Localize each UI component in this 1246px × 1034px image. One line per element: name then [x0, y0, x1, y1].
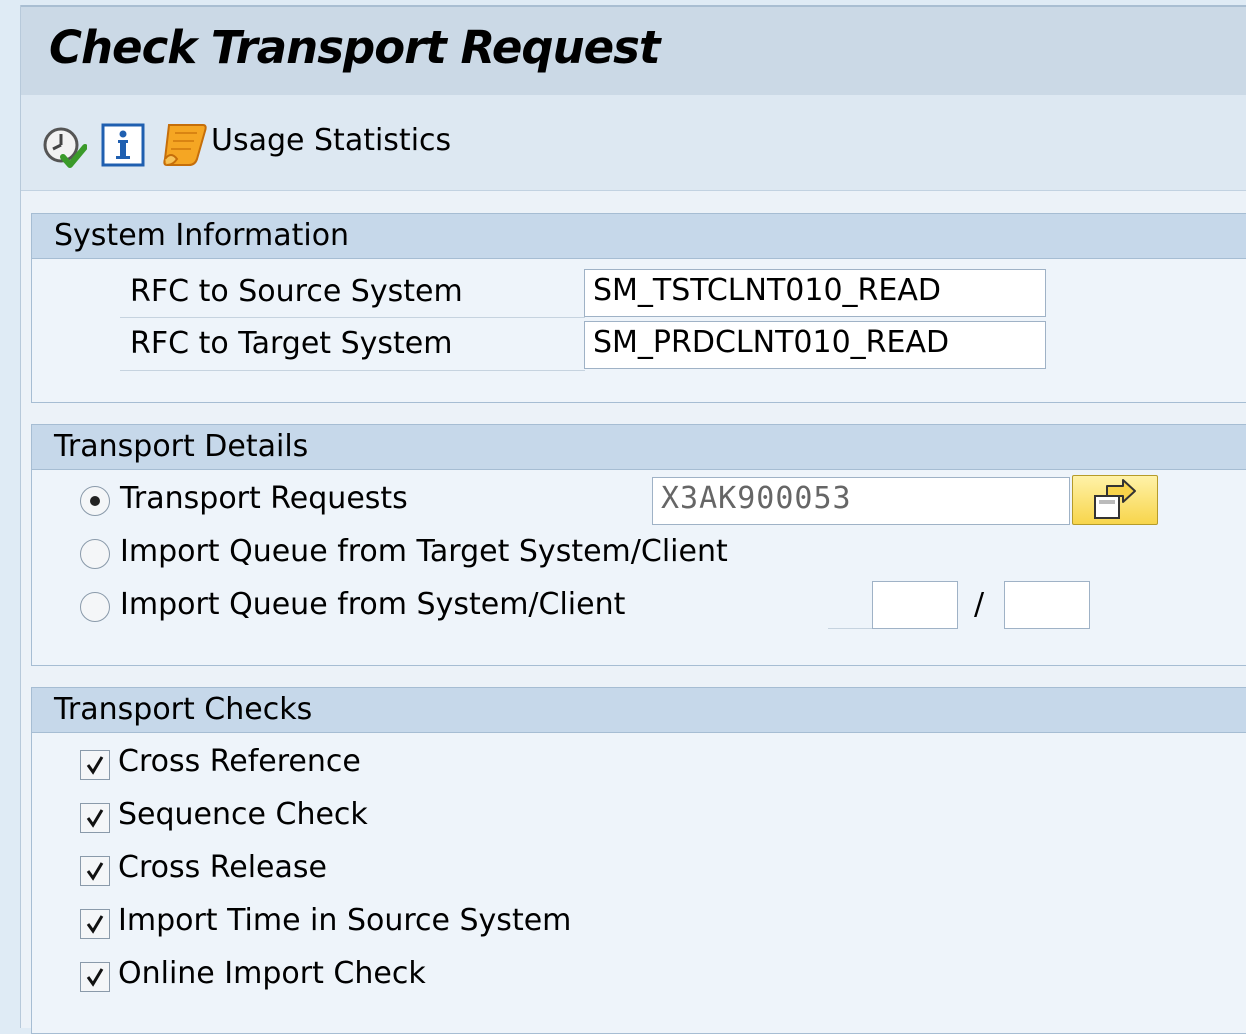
info-icon[interactable] — [101, 123, 145, 171]
execute-clock-check-icon[interactable] — [41, 125, 88, 175]
radio-label-import-queue-target: Import Queue from Target System/Client — [120, 534, 728, 569]
rfc-source-field[interactable]: SM_TSTCLNT010_READ — [584, 269, 1046, 317]
checkbox-label-cross-reference: Cross Reference — [118, 744, 361, 779]
checkbox-online-import[interactable] — [80, 962, 110, 992]
checkbox-label-online-import: Online Import Check — [118, 956, 426, 991]
group-title: System Information — [54, 218, 350, 253]
radio-import-queue-target[interactable] — [80, 539, 110, 569]
divider — [120, 370, 585, 371]
application-toolbar: Usage Statistics — [21, 95, 1246, 191]
group-title: Transport Details — [54, 429, 309, 464]
page-title: Check Transport Request — [49, 21, 660, 74]
export-arrow-icon — [1094, 479, 1136, 519]
checkbox-import-time[interactable] — [80, 909, 110, 939]
divider — [828, 628, 874, 629]
transport-request-field[interactable]: X3AK900053 — [652, 477, 1070, 525]
client-field[interactable] — [1004, 581, 1090, 629]
title-bar: Check Transport Request — [21, 5, 1246, 95]
usage-statistics-button[interactable]: Usage Statistics — [211, 123, 451, 158]
check-icon — [86, 809, 104, 828]
checkbox-cross-reference[interactable] — [80, 750, 110, 780]
transport-details-group: Transport Details Transport Requests X3A… — [31, 424, 1246, 666]
checkbox-label-import-time: Import Time in Source System — [118, 903, 572, 938]
radio-import-queue-system[interactable] — [80, 592, 110, 622]
system-information-group: System Information RFC to Source System … — [31, 213, 1246, 403]
checkbox-label-cross-release: Cross Release — [118, 850, 327, 885]
separator-slash: / — [974, 587, 985, 622]
sap-window: Check Transport Request Usage Statistics… — [20, 5, 1246, 1034]
check-icon — [86, 968, 104, 987]
checkbox-sequence-check[interactable] — [80, 803, 110, 833]
check-icon — [86, 756, 104, 775]
group-header: Transport Checks — [32, 688, 1246, 733]
scroll-icon[interactable] — [161, 121, 209, 171]
divider — [120, 317, 585, 318]
radio-label-transport-requests: Transport Requests — [120, 481, 408, 516]
main-content: System Information RFC to Source System … — [21, 191, 1246, 1034]
radio-transport-requests[interactable] — [80, 486, 110, 516]
check-icon — [86, 862, 104, 881]
radio-label-import-queue-system: Import Queue from System/Client — [120, 587, 626, 622]
rfc-target-field[interactable]: SM_PRDCLNT010_READ — [584, 321, 1046, 369]
group-title: Transport Checks — [54, 692, 313, 727]
transport-checks-group: Transport Checks Cross Reference Sequenc… — [31, 687, 1246, 1034]
select-request-button[interactable] — [1072, 475, 1158, 525]
checkbox-cross-release[interactable] — [80, 856, 110, 886]
system-field[interactable] — [872, 581, 958, 629]
checkbox-label-sequence-check: Sequence Check — [118, 797, 368, 832]
group-header: Transport Details — [32, 425, 1246, 470]
rfc-target-label: RFC to Target System — [130, 326, 453, 361]
rfc-source-label: RFC to Source System — [130, 274, 463, 309]
group-header: System Information — [32, 214, 1246, 259]
check-icon — [86, 915, 104, 934]
